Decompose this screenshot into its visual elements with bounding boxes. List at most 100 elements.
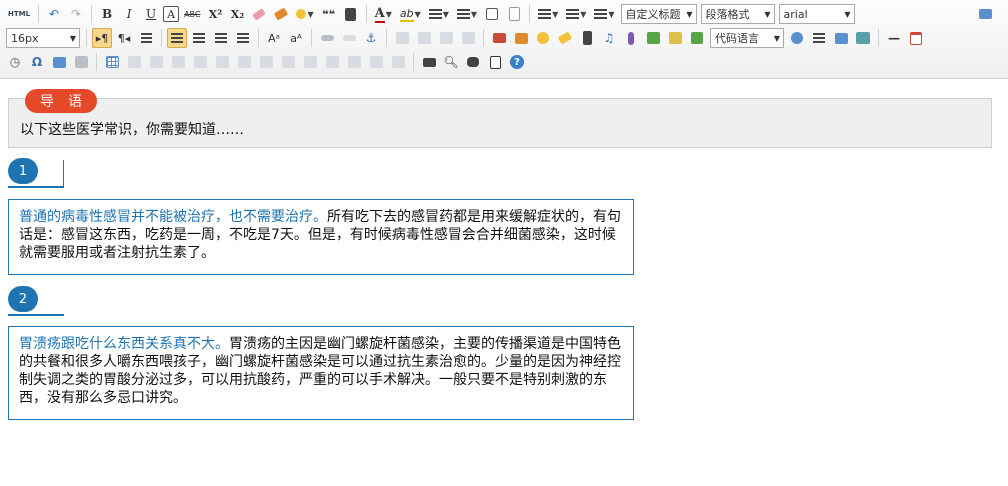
font-family-select[interactable]: arial ▼: [778, 4, 855, 24]
eraser-icon[interactable]: [249, 4, 269, 24]
preview-icon[interactable]: 🔍︎: [441, 52, 461, 72]
auto-format-icon[interactable]: ▼: [293, 4, 316, 24]
section-number-badge: 2: [8, 286, 38, 312]
print-icon[interactable]: [419, 52, 439, 72]
delete-table-icon[interactable]: [124, 52, 144, 72]
font-size-value: 16px: [11, 31, 39, 45]
bold-button[interactable]: B: [97, 4, 117, 24]
font-size-select[interactable]: 16px ▼: [6, 28, 80, 48]
strikethrough-button[interactable]: ABC: [181, 4, 203, 24]
merge-right-icon[interactable]: [278, 52, 298, 72]
merge-cells-icon[interactable]: [256, 52, 276, 72]
chevron-down-icon: ▼: [686, 9, 693, 19]
map-icon[interactable]: [643, 28, 663, 48]
page-break-icon[interactable]: [809, 28, 829, 48]
blockquote-button[interactable]: ❝❝: [319, 4, 339, 24]
to-uppercase-icon[interactable]: Aᵃ: [264, 28, 284, 48]
font-border-button[interactable]: A: [163, 6, 180, 22]
row-spacing-top-button[interactable]: ▼: [535, 4, 561, 24]
insert-video-icon[interactable]: [577, 28, 597, 48]
horizontal-rule-icon[interactable]: —: [884, 28, 904, 48]
redo-icon[interactable]: ↷: [66, 4, 86, 24]
attachment-icon[interactable]: [621, 28, 641, 48]
align-justify-icon[interactable]: [233, 28, 253, 48]
unlink-icon[interactable]: [339, 28, 359, 48]
scrawl-icon[interactable]: [555, 28, 575, 48]
ordered-list-button[interactable]: ▼: [426, 4, 452, 24]
indent-icon[interactable]: [136, 28, 156, 48]
align-center-icon[interactable]: [189, 28, 209, 48]
image-left-icon[interactable]: [414, 28, 434, 48]
split-to-cells-icon[interactable]: [322, 52, 342, 72]
select-all-icon[interactable]: [482, 4, 502, 24]
toolbar-row-2: 16px ▼ ▸¶ ¶◂ Aᵃ aᴬ ⚓ ♫ 代码语言 ▼ —: [4, 26, 927, 50]
image-center-icon[interactable]: [458, 28, 478, 48]
direction-ltr-icon[interactable]: ▸¶: [92, 28, 112, 48]
search-replace-icon[interactable]: [49, 52, 69, 72]
anchor-icon[interactable]: ⚓: [361, 28, 381, 48]
insert-table-icon[interactable]: [102, 52, 122, 72]
subscript-button[interactable]: X₂: [227, 4, 247, 24]
custom-heading-select[interactable]: 自定义标题 ▼: [620, 4, 697, 24]
emotion-icon[interactable]: [533, 28, 553, 48]
drafts-icon[interactable]: [485, 52, 505, 72]
clear-document-icon[interactable]: [504, 4, 524, 24]
separator: [161, 29, 162, 47]
help-icon[interactable]: ?: [507, 52, 527, 72]
line-height-button[interactable]: ▼: [591, 4, 617, 24]
delete-col-icon[interactable]: [234, 52, 254, 72]
music-icon[interactable]: ♫: [599, 28, 619, 48]
separator: [91, 5, 93, 23]
insert-paragraph-before-table-icon[interactable]: [146, 52, 166, 72]
chevron-down-icon: ▼: [844, 9, 851, 19]
toolbar-row-1: HTML ↶ ↷ B I U A ABC X² X₂ ▼ ❝❝ A ▼ ab ▼ ▼…: [4, 2, 857, 26]
font-color-button[interactable]: A ▼: [372, 4, 395, 24]
date-icon[interactable]: [906, 28, 926, 48]
merge-down-icon[interactable]: [300, 52, 320, 72]
highlight-color-button[interactable]: ab ▼: [397, 4, 424, 24]
separator: [38, 5, 40, 23]
delete-row-icon[interactable]: [190, 52, 210, 72]
special-chars-button[interactable]: Ω: [27, 52, 47, 72]
background-icon[interactable]: [853, 28, 873, 48]
split-to-cols-icon[interactable]: [366, 52, 386, 72]
editor-toolbar: HTML ↶ ↷ B I U A ABC X² X₂ ▼ ❝❝ A ▼ ab ▼ ▼…: [0, 0, 1008, 79]
paragraph-format-select[interactable]: 段落格式 ▼: [700, 4, 775, 24]
chevron-down-icon: ▼: [764, 9, 771, 19]
direction-rtl-icon[interactable]: ¶◂: [114, 28, 134, 48]
insert-row-icon[interactable]: [168, 52, 188, 72]
superscript-button[interactable]: X²: [205, 4, 225, 24]
chart-icon[interactable]: [388, 52, 408, 72]
insert-frame-icon[interactable]: [687, 28, 707, 48]
row-spacing-bottom-icon: [566, 8, 580, 20]
to-lowercase-icon[interactable]: aᴬ: [286, 28, 306, 48]
insert-image-icon[interactable]: [511, 28, 531, 48]
italic-button[interactable]: I: [119, 4, 139, 24]
fullscreen-icon[interactable]: [975, 4, 995, 24]
link-icon[interactable]: [317, 28, 337, 48]
image-edit-icon[interactable]: [71, 52, 91, 72]
google-map-icon[interactable]: [665, 28, 685, 48]
separator: [483, 29, 484, 47]
line-height-icon: [594, 8, 608, 20]
template-icon[interactable]: [831, 28, 851, 48]
insert-col-icon[interactable]: [212, 52, 232, 72]
time-icon[interactable]: ◷: [5, 52, 25, 72]
chevron-down-icon: ▼: [69, 33, 76, 43]
code-language-select[interactable]: 代码语言 ▼: [710, 28, 784, 48]
underline-button[interactable]: U: [141, 4, 161, 24]
search-icon[interactable]: [463, 52, 483, 72]
image-right-icon[interactable]: [436, 28, 456, 48]
html-source-button[interactable]: HTML: [5, 4, 33, 24]
align-right-icon[interactable]: [211, 28, 231, 48]
split-to-rows-icon[interactable]: [344, 52, 364, 72]
undo-icon[interactable]: ↶: [44, 4, 64, 24]
image-none-icon[interactable]: [392, 28, 412, 48]
unordered-list-button[interactable]: ▼: [454, 4, 480, 24]
paste-plain-icon[interactable]: [341, 4, 361, 24]
simple-upload-icon[interactable]: [489, 28, 509, 48]
align-left-icon[interactable]: [167, 28, 187, 48]
row-spacing-bottom-button[interactable]: ▼: [563, 4, 589, 24]
web-app-icon[interactable]: [787, 28, 807, 48]
format-painter-icon[interactable]: [271, 4, 291, 24]
